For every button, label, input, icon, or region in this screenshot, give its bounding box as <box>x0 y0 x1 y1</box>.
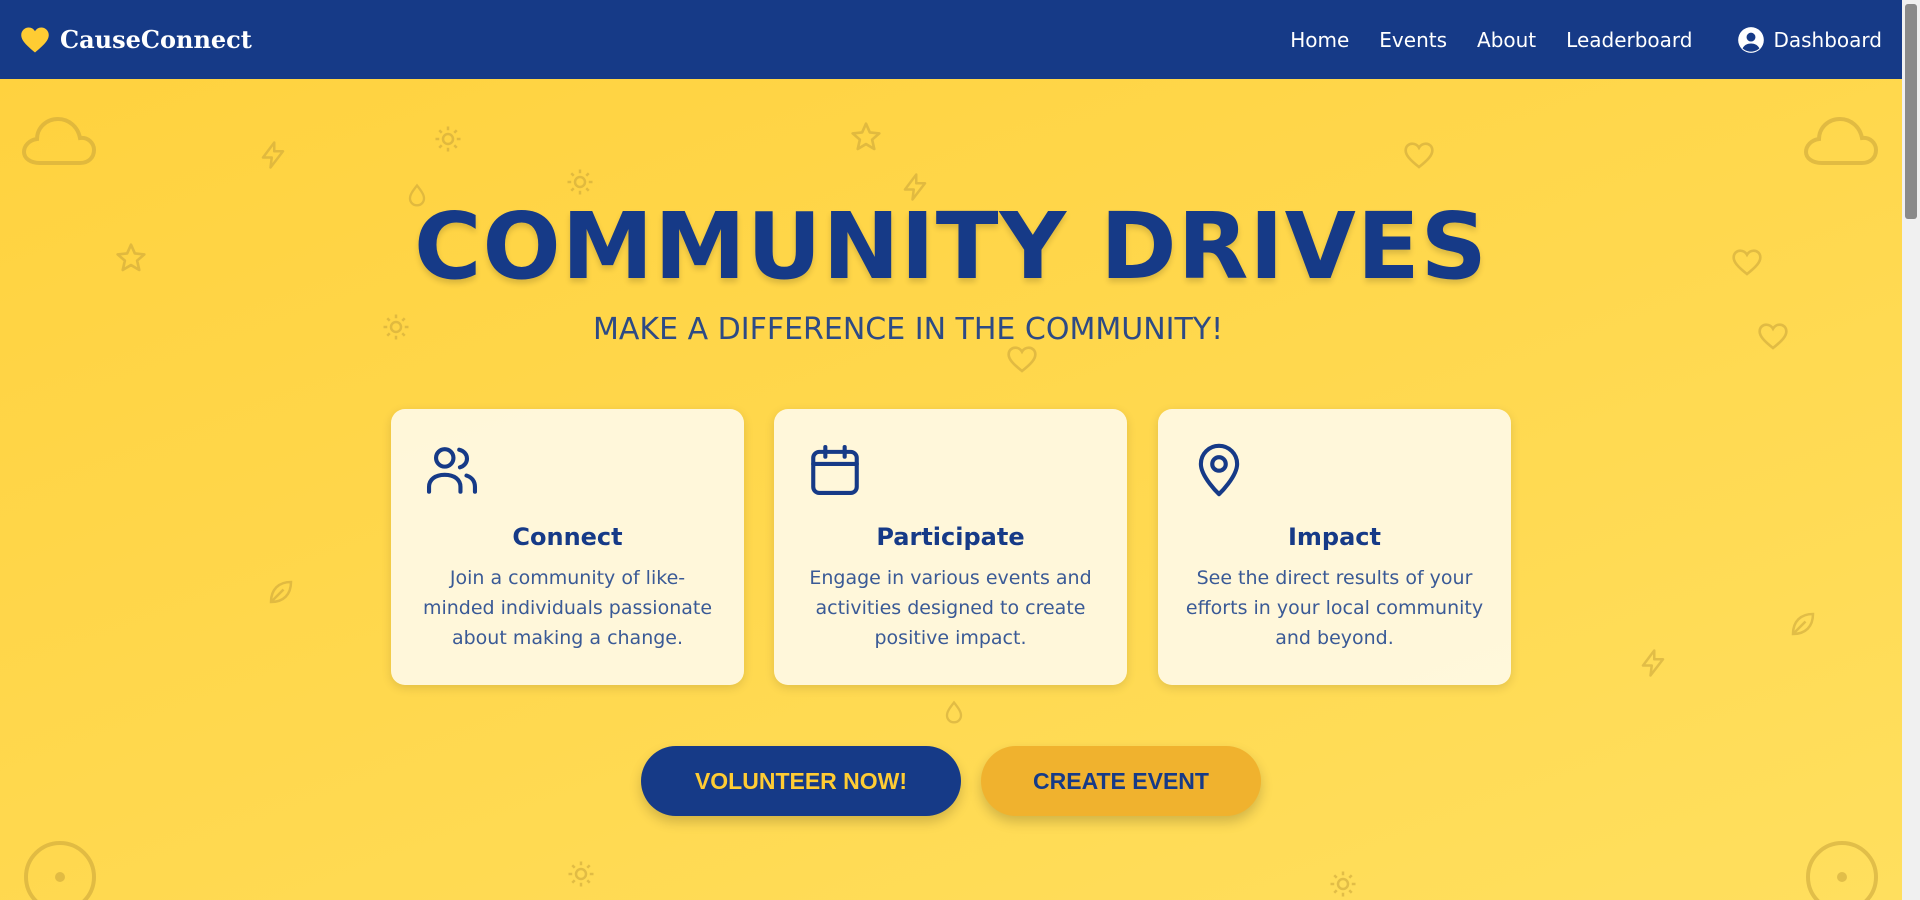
heart-outline-icon <box>1006 344 1038 374</box>
drop-icon <box>940 699 968 727</box>
nav-leaderboard[interactable]: Leaderboard <box>1566 28 1692 52</box>
card-text: Engage in various events and activities … <box>809 567 1092 649</box>
sun-icon <box>1328 869 1358 899</box>
nav-dashboard[interactable]: Dashboard <box>1737 26 1882 54</box>
brand-name: CauseConnect <box>60 25 252 54</box>
feature-card-connect: Connect Join a community of like-minded … <box>391 409 744 685</box>
calendar-icon <box>806 441 864 499</box>
hero-section: COMMUNITY DRIVES MAKE A DIFFERENCE IN TH… <box>0 79 1902 900</box>
target-icon <box>1804 839 1880 900</box>
map-pin-icon <box>1190 441 1248 499</box>
card-title: Participate <box>876 523 1025 551</box>
heart-icon <box>20 26 50 54</box>
users-icon <box>423 441 481 499</box>
top-navbar: CauseConnect Home Events About Leaderboa… <box>0 0 1902 79</box>
cloud-icon <box>1804 113 1878 167</box>
target-icon <box>22 839 98 900</box>
lightning-icon <box>258 140 288 170</box>
sun-icon <box>381 312 411 342</box>
nav-about[interactable]: About <box>1477 28 1536 52</box>
feature-card-impact: Impact See the direct results of your ef… <box>1158 409 1511 685</box>
dashboard-label: Dashboard <box>1773 27 1882 52</box>
leaf-icon <box>1788 609 1818 639</box>
leaf-icon <box>266 577 296 607</box>
card-title: Impact <box>1287 523 1381 551</box>
nav-home[interactable]: Home <box>1290 28 1349 52</box>
lightning-icon <box>1638 648 1668 678</box>
star-icon <box>850 121 882 153</box>
hero-subtitle: MAKE A DIFFERENCE IN THE COMMUNITY! <box>593 312 1224 347</box>
card-title: Connect <box>512 523 623 551</box>
sun-icon <box>433 124 463 154</box>
sun-icon <box>566 859 596 889</box>
scrollbar-thumb[interactable] <box>1905 4 1917 219</box>
card-text: See the direct results of your efforts i… <box>1185 567 1484 649</box>
nav-events[interactable]: Events <box>1379 28 1447 52</box>
hero-title: COMMUNITY DRIVES <box>414 193 1488 300</box>
nav-links: Home Events About Leaderboard Dashboard <box>1290 26 1882 54</box>
cloud-icon <box>22 113 96 167</box>
volunteer-now-button[interactable]: VOLUNTEER NOW! <box>641 746 961 816</box>
heart-outline-icon <box>1403 140 1435 170</box>
vertical-scrollbar[interactable] <box>1902 0 1920 900</box>
heart-outline-icon <box>1757 321 1789 351</box>
card-text: Join a community of like-minded individu… <box>422 567 713 649</box>
brand[interactable]: CauseConnect <box>20 25 252 54</box>
create-event-button[interactable]: CREATE EVENT <box>981 746 1261 816</box>
feature-card-participate: Participate Engage in various events and… <box>774 409 1127 685</box>
user-circle-icon <box>1737 26 1765 54</box>
